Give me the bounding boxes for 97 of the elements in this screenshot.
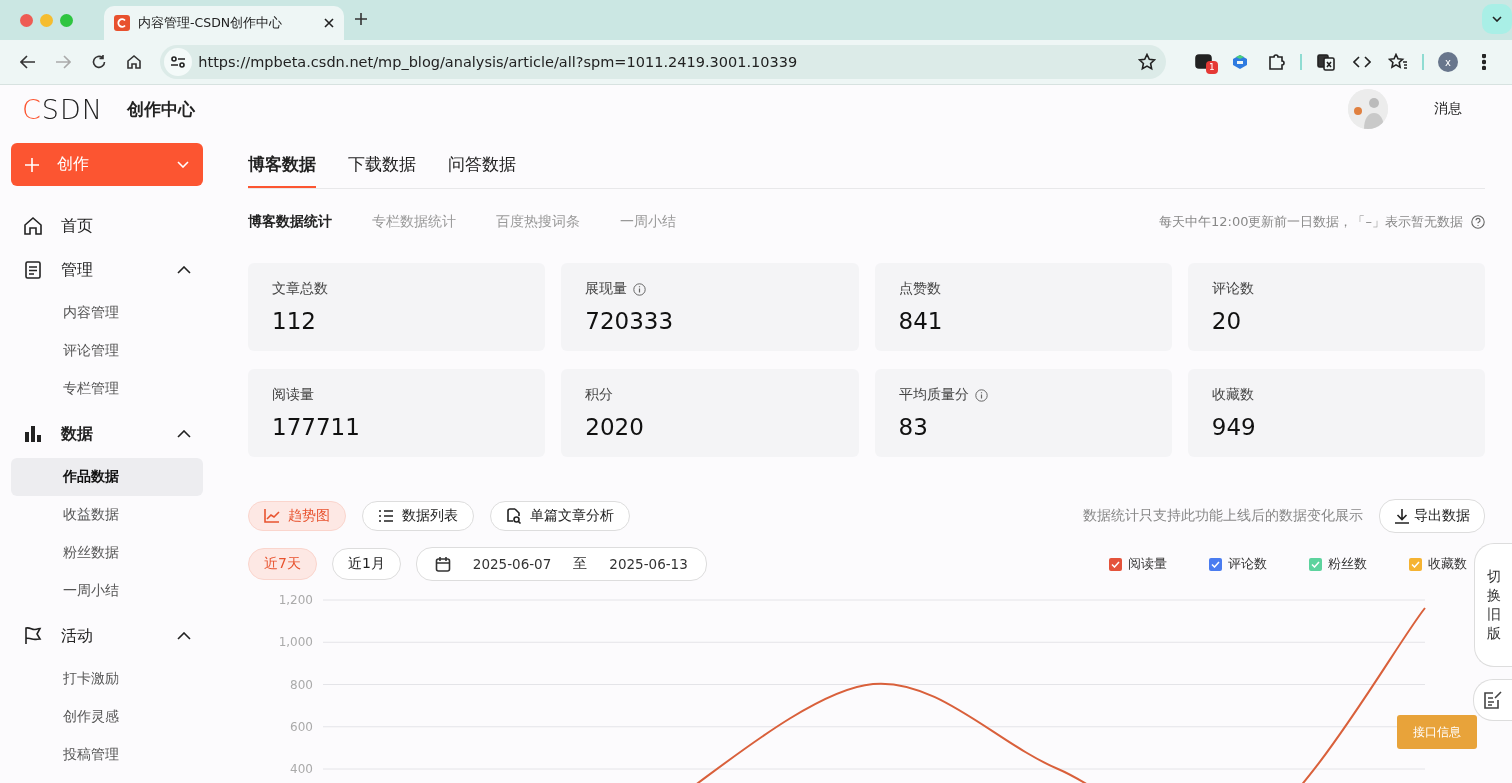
legend-item[interactable]: 收藏数: [1409, 555, 1467, 573]
axis-label: 1,000: [278, 635, 313, 650]
maximize-window-button[interactable]: [60, 13, 73, 27]
range-button[interactable]: 近1月: [331, 548, 401, 580]
view-tab[interactable]: 数据列表: [362, 501, 474, 531]
sidebar-item[interactable]: 专栏管理: [11, 370, 203, 408]
sidebar-item[interactable]: 投稿管理: [11, 736, 203, 774]
axis-label: 800: [290, 677, 313, 692]
data-tab[interactable]: 问答数据: [448, 145, 516, 188]
site-title: 创作中心: [127, 97, 195, 121]
data-tab[interactable]: 博客数据: [248, 145, 316, 188]
chevron-up-icon: [177, 632, 191, 640]
star-icon: [1138, 53, 1156, 71]
bar-chart-icon: [23, 424, 43, 444]
data-tab[interactable]: 下载数据: [348, 145, 416, 188]
date-range-field[interactable]: 2025-06-07 至 2025-06-13: [415, 547, 707, 581]
stat-value: 841: [898, 308, 944, 334]
sidebar-item[interactable]: 内容管理: [11, 294, 203, 332]
update-note: 每天中午12:00更新前一日数据，「–」表示暂无数据: [1159, 213, 1463, 231]
chevron-down-icon: [177, 161, 189, 168]
site-logo[interactable]: CSDN: [22, 93, 103, 125]
home-icon: [23, 216, 43, 236]
stat-value: 2020: [585, 414, 645, 440]
messages-link[interactable]: 消息: [1434, 100, 1462, 118]
puzzle-icon: [1267, 53, 1285, 71]
axis-label: 400: [290, 762, 313, 776]
sub-tab[interactable]: 博客数据统计: [248, 213, 332, 231]
sidebar-item[interactable]: 创作灵感: [11, 698, 203, 736]
more-menu-icon: [1482, 54, 1486, 70]
legend-item[interactable]: 粉丝数: [1309, 555, 1367, 573]
stat-label: 阅读量: [272, 386, 314, 404]
legend-item[interactable]: 评论数: [1209, 555, 1267, 573]
chevron-up-icon: [177, 266, 191, 274]
hexagon-extension-icon: [1230, 53, 1250, 71]
stat-label: 收藏数: [1211, 386, 1254, 404]
sidebar-group[interactable]: 管理: [11, 250, 203, 290]
stat-label: 评论数: [1211, 280, 1254, 298]
legend-checkbox[interactable]: [1209, 557, 1222, 571]
line-chart-icon: [264, 508, 280, 524]
view-tab[interactable]: 单篇文章分析: [490, 501, 630, 531]
axis-label: 600: [290, 719, 313, 734]
back-icon: [19, 55, 36, 69]
sidebar-item[interactable]: 粉丝数据: [11, 534, 203, 572]
notification-badge: 1: [1206, 61, 1218, 74]
export-button[interactable]: 导出数据: [1379, 499, 1485, 533]
stat-label: 展现量: [585, 280, 628, 298]
legend-item[interactable]: 阅读量: [1109, 555, 1167, 573]
sidebar-group[interactable]: 活动: [11, 616, 203, 656]
browser-tab[interactable]: 内容管理-CSDN创作中心: [104, 6, 344, 40]
stat-value: 949: [1211, 414, 1257, 440]
axis-label: 1,200: [278, 593, 313, 607]
download-icon: [1394, 508, 1410, 524]
reload-icon: [90, 54, 107, 70]
sidebar-item[interactable]: 作品数据: [11, 458, 203, 496]
profile-button[interactable]: x: [1438, 52, 1458, 72]
sidebar-item[interactable]: 打卡激励: [11, 660, 203, 698]
close-window-button[interactable]: [20, 13, 33, 27]
sidebar-item[interactable]: 首页: [11, 206, 203, 246]
star-list-icon: [1388, 53, 1408, 71]
stat-label: 平均质量分: [898, 386, 969, 404]
stat-value: 20: [1211, 308, 1243, 334]
legend-checkbox[interactable]: [1309, 557, 1322, 571]
legend-checkbox[interactable]: [1109, 557, 1122, 571]
stat-label: 点赞数: [898, 280, 941, 298]
stat-label: 积分: [585, 386, 614, 404]
sidebar-group[interactable]: 数据: [11, 414, 203, 454]
forward-icon: [55, 55, 72, 69]
feedback-button[interactable]: [1473, 679, 1512, 721]
list-icon: [378, 508, 394, 524]
stat-value: 720333: [585, 308, 675, 334]
code-icon: [1353, 55, 1371, 69]
close-icon: [324, 18, 334, 28]
home-icon: [126, 54, 143, 70]
document-icon: [23, 260, 43, 280]
export-note: 数据统计只支持此功能上线后的数据变化展示: [1083, 507, 1363, 525]
stat-value: 177711: [272, 414, 361, 440]
stat-label: 文章总数: [272, 280, 328, 298]
chevron-down-icon: [1492, 16, 1502, 22]
legend-checkbox[interactable]: [1409, 557, 1422, 571]
new-tab-icon: [354, 11, 368, 26]
plus-icon: [25, 157, 39, 172]
document-search-icon: [506, 508, 522, 524]
sidebar-item[interactable]: 收益数据: [11, 496, 203, 534]
switch-version-button[interactable]: 切换旧版: [1474, 543, 1512, 667]
chevron-up-icon: [177, 430, 191, 438]
flag-icon: [23, 626, 43, 646]
edit-note-icon: [1483, 690, 1503, 710]
stat-value: 83: [898, 414, 929, 440]
calendar-icon: [434, 556, 451, 572]
sidebar-item[interactable]: 评论管理: [11, 332, 203, 370]
address-bar[interactable]: https://mpbeta.csdn.net/mp_blog/analysis/article/all?spm=1011.2419.3001.10339: [160, 45, 1166, 79]
sidebar-item[interactable]: 一周小结: [11, 572, 203, 610]
stat-value: 112: [272, 308, 317, 334]
help-icon: [1471, 215, 1485, 229]
tab-search-button[interactable]: [1482, 4, 1512, 34]
site-settings-icon: [170, 55, 187, 69]
translate-icon: [1317, 53, 1335, 71]
